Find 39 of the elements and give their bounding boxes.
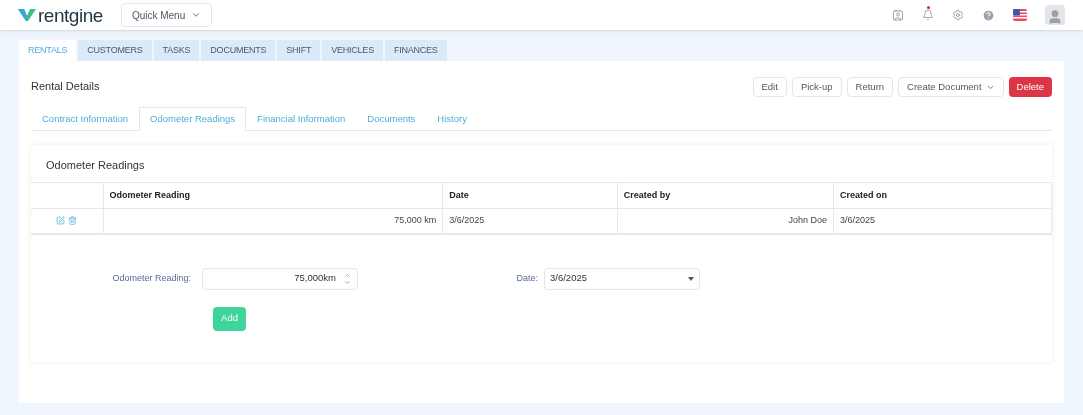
- main-tab[interactable]: CUSTOMERS: [78, 40, 152, 61]
- table-cell: John Doe: [617, 208, 834, 234]
- contact-card-icon[interactable]: [892, 9, 904, 21]
- date-select[interactable]: 3/6/2025: [544, 267, 700, 290]
- odometer-input[interactable]: 75,000km: [202, 267, 358, 290]
- logo-text: rentgine: [38, 5, 103, 25]
- table-cell: 3/6/2025: [833, 208, 1052, 234]
- action-button[interactable]: Create Document: [898, 77, 1004, 97]
- column-header: Created by: [617, 182, 834, 209]
- action-button[interactable]: Edit: [752, 77, 787, 97]
- table-cell: 75,000 km: [103, 208, 443, 234]
- action-button[interactable]: Return: [846, 77, 894, 97]
- caret-icon: [191, 10, 202, 20]
- avatar[interactable]: [1045, 5, 1065, 25]
- odometer-label: Odometer Reading:: [111, 271, 192, 285]
- trash-icon[interactable]: [68, 216, 78, 226]
- action-button[interactable]: Pick-up: [791, 77, 842, 97]
- main-tab[interactable]: DOCUMENTS: [201, 40, 276, 61]
- date-label: Date:: [515, 271, 539, 285]
- main-tab[interactable]: SHIFT: [277, 40, 321, 61]
- table-cell: 3/6/2025: [442, 208, 618, 234]
- card-title: Odometer Readings: [45, 158, 146, 173]
- flag-icon[interactable]: [1013, 9, 1027, 21]
- main-tab[interactable]: VEHICLES: [322, 40, 383, 61]
- column-header: Date: [442, 182, 618, 209]
- logo-icon: [18, 8, 36, 22]
- column-header: Odometer Reading: [103, 182, 443, 209]
- page-title: Rental Details: [31, 79, 100, 94]
- main-tab[interactable]: TASKS: [153, 40, 200, 61]
- action-button[interactable]: Delete: [1008, 77, 1052, 97]
- dropdown-arrow-icon: [688, 276, 694, 281]
- column-header: Created on: [833, 182, 1052, 209]
- quick-menu-button[interactable]: Quick Menu: [120, 3, 213, 27]
- edit-icon[interactable]: [56, 216, 66, 226]
- settings-icon[interactable]: [952, 9, 964, 21]
- main-tab[interactable]: FINANCES: [384, 40, 447, 61]
- help-icon[interactable]: [982, 8, 995, 22]
- spinner-icon[interactable]: [344, 271, 351, 286]
- bell-icon[interactable]: [922, 9, 934, 21]
